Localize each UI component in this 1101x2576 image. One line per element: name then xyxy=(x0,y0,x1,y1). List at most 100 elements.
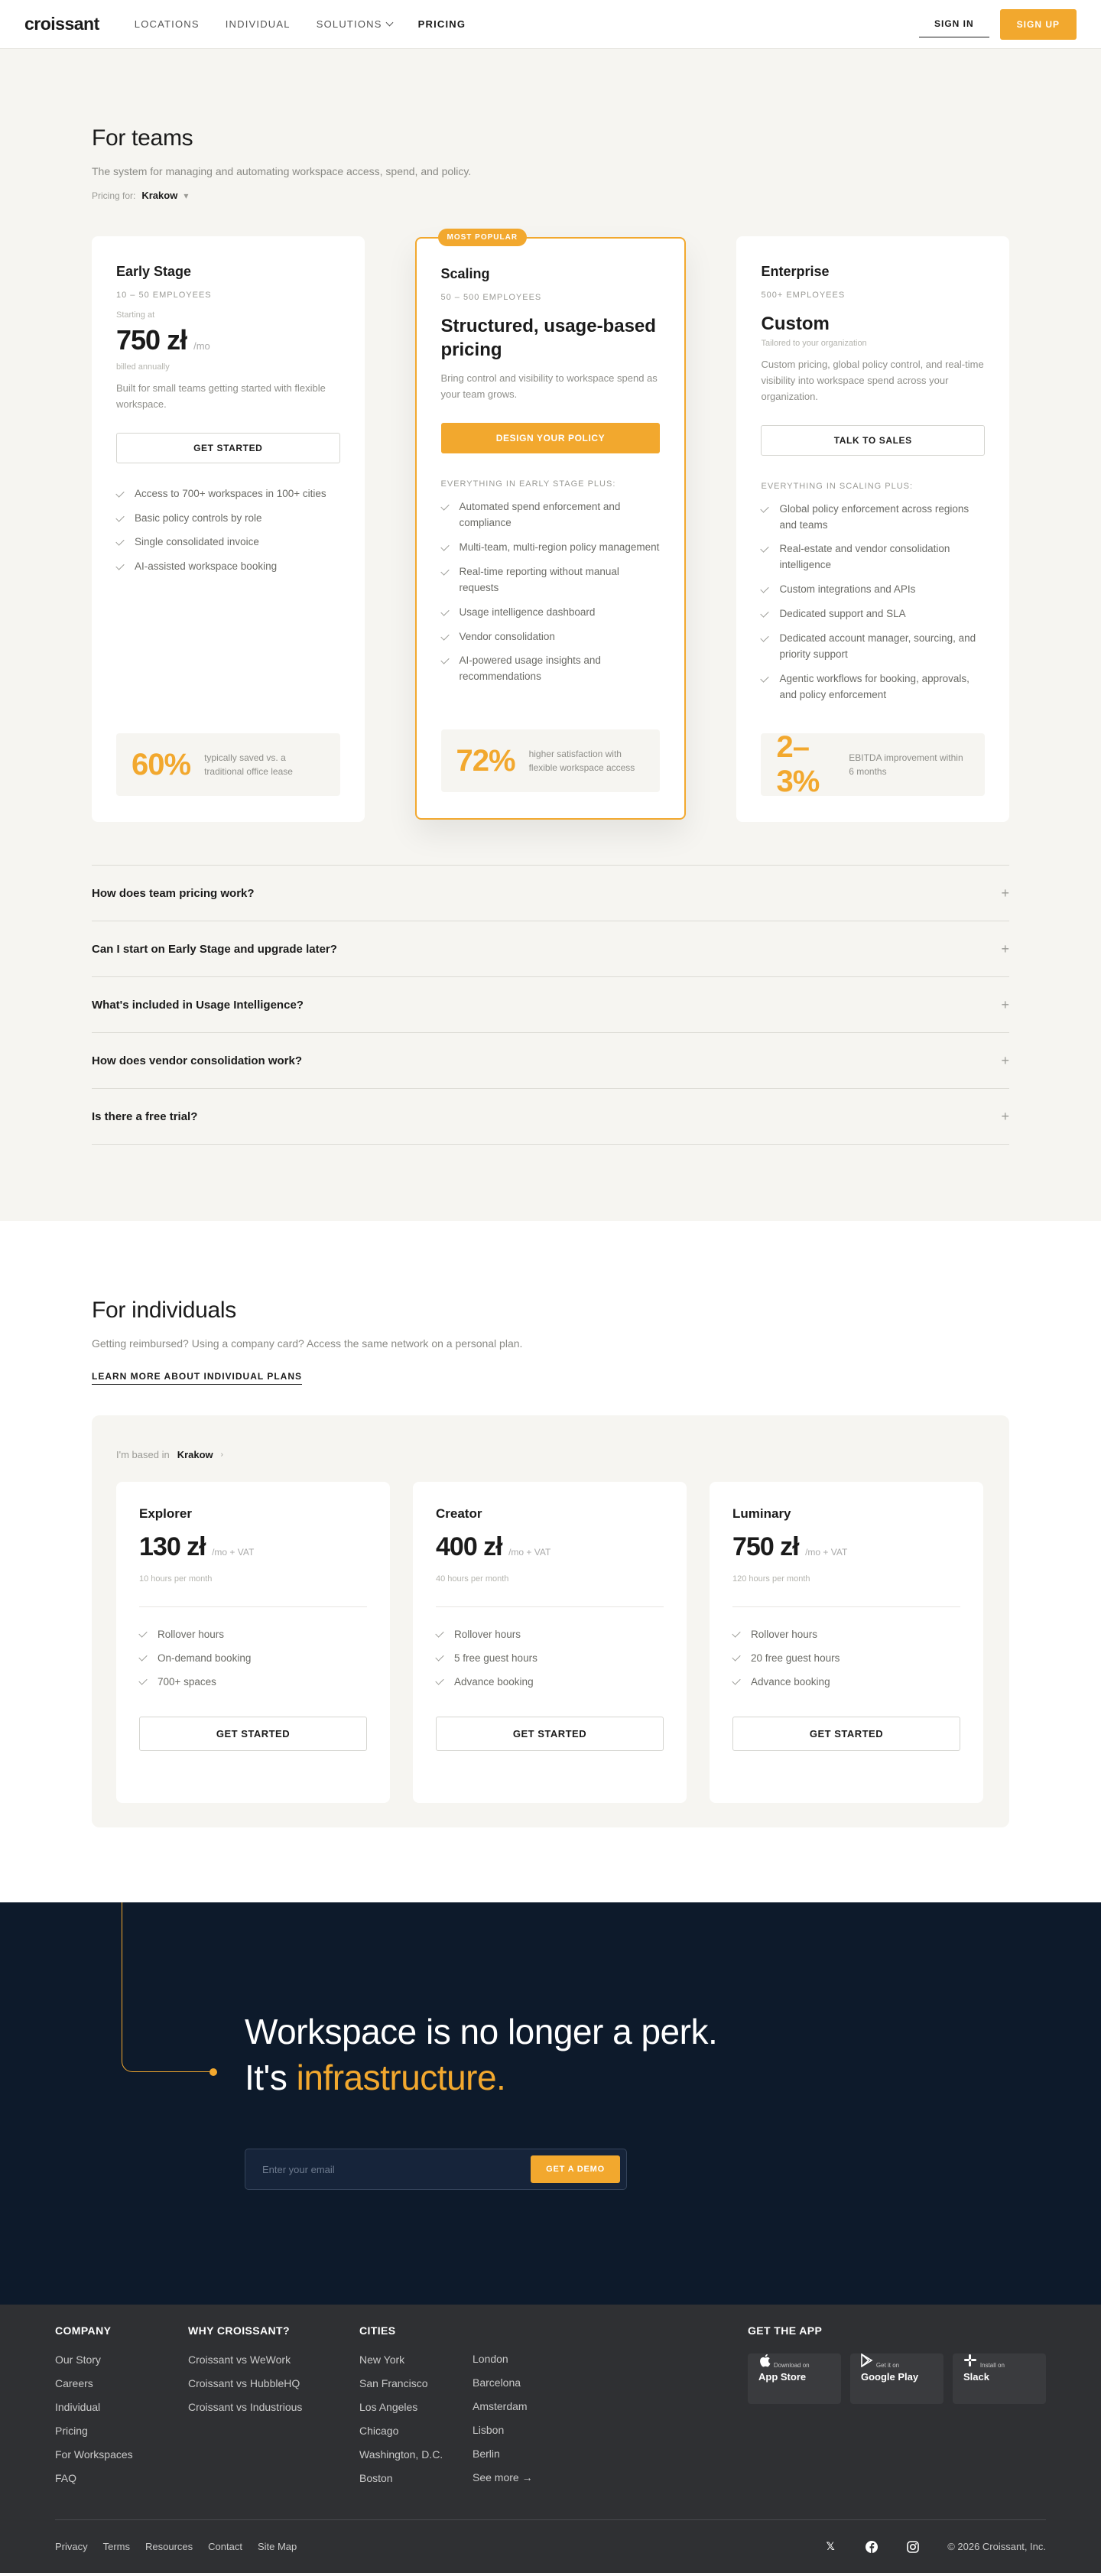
slack-button[interactable]: Install on Slack xyxy=(953,2353,1046,2404)
everything-in-label: EVERYTHING IN EARLY STAGE PLUS: xyxy=(440,479,616,489)
get-demo-button[interactable]: GET A DEMO xyxy=(531,2155,620,2183)
design-policy-button[interactable]: DESIGN YOUR POLICY xyxy=(440,422,661,453)
list-item: Agentic workflows for booking, approvals… xyxy=(761,671,985,703)
footer-link[interactable]: Chicago xyxy=(359,2425,473,2437)
faq-item[interactable]: Can I start on Early Stage and upgrade l… xyxy=(92,921,1009,977)
footer-link[interactable]: Pricing xyxy=(55,2425,188,2437)
list-item: AI-powered usage insights and recommenda… xyxy=(441,653,661,685)
get-started-button[interactable]: GET STARTED xyxy=(139,1717,367,1751)
teams-subtitle: The system for managing and automating w… xyxy=(92,165,472,177)
faq-item[interactable]: What's included in Usage Intelligence? + xyxy=(92,977,1009,1033)
footer-link[interactable]: New York xyxy=(359,2353,473,2366)
footer-bottom-bar: Privacy Terms Resources Contact Site Map… xyxy=(55,2519,1046,2573)
list-item: Advance booking xyxy=(436,1676,664,1688)
footer-link[interactable]: San Francisco xyxy=(359,2377,473,2389)
footer-link-sitemap[interactable]: Site Map xyxy=(258,2541,297,2552)
nav-solutions[interactable]: SOLUTIONS xyxy=(317,18,394,30)
email-field[interactable] xyxy=(262,2163,531,2175)
faq-question: What's included in Usage Intelligence? xyxy=(92,998,304,1012)
footer-link[interactable]: Our Story xyxy=(55,2353,188,2366)
most-popular-badge: MOST POPULAR xyxy=(437,229,528,246)
list-item: Automated spend enforcement and complian… xyxy=(441,499,661,531)
footer-link[interactable]: Croissant vs WeWork xyxy=(188,2353,359,2366)
footer-link[interactable]: Berlin xyxy=(473,2448,748,2460)
footer-link-contact[interactable]: Contact xyxy=(208,2541,242,2552)
based-in-selector[interactable]: I'm based in Krakow › xyxy=(116,1449,985,1460)
footer-link[interactable]: Individual xyxy=(55,2401,188,2413)
learn-more-link[interactable]: LEARN MORE ABOUT INDIVIDUAL PLANS xyxy=(92,1371,303,1385)
decorative-dot xyxy=(209,2068,217,2076)
pricing-for-selector[interactable]: Pricing for: Krakow ▾ xyxy=(92,190,1009,201)
list-item: Rollover hours xyxy=(732,1629,960,1640)
list-item: Multi-team, multi-region policy manageme… xyxy=(441,540,661,556)
nav-individual[interactable]: INDIVIDUAL xyxy=(226,18,291,30)
sign-in-button[interactable]: SIGN IN xyxy=(918,11,989,37)
teams-title: For teams xyxy=(92,125,193,151)
sign-up-button[interactable]: SIGN UP xyxy=(999,8,1077,40)
city-select[interactable]: Krakow xyxy=(141,190,177,201)
apple-icon xyxy=(758,2353,771,2370)
plan-price: 750 zł /mo xyxy=(116,324,340,356)
billed-note: billed annually xyxy=(116,362,170,372)
plan-name: Creator xyxy=(436,1506,482,1521)
footer-col-why: WHY CROISSANT? Croissant vs WeWork Crois… xyxy=(188,2324,359,2496)
list-item: 700+ spaces xyxy=(139,1676,367,1688)
footer-link-resources[interactable]: Resources xyxy=(145,2541,193,2552)
plan-name: Explorer xyxy=(139,1506,192,1521)
footer-link[interactable]: Boston xyxy=(359,2472,473,2484)
feature-list: Global policy enforcement across regions… xyxy=(761,502,985,712)
get-started-button[interactable]: GET STARTED xyxy=(116,432,340,463)
google-play-button[interactable]: Get it on Google Play xyxy=(850,2353,943,2404)
footer-link[interactable]: Barcelona xyxy=(473,2376,748,2389)
list-item: Real-estate and vendor consolidation int… xyxy=(761,541,985,573)
plan-range: 50 – 500 EMPLOYEES xyxy=(440,293,542,302)
list-item: On-demand booking xyxy=(139,1652,367,1664)
get-started-button[interactable]: GET STARTED xyxy=(732,1717,960,1751)
plan-description: Bring control and visibility to workspac… xyxy=(440,372,658,401)
stat-box: 60% typically saved vs. a traditional of… xyxy=(116,733,340,796)
city-select[interactable]: Krakow xyxy=(177,1449,213,1460)
footer-link[interactable]: Careers xyxy=(55,2377,188,2389)
individuals-section: For individuals Getting reimbursed? Usin… xyxy=(0,1221,1101,1902)
talk-to-sales-button[interactable]: TALK TO SALES xyxy=(761,424,985,456)
footer-link[interactable]: Lisbon xyxy=(473,2424,748,2436)
plus-icon: + xyxy=(1001,1052,1009,1068)
app-store-button[interactable]: Download on App Store xyxy=(748,2353,841,2404)
footer-link[interactable]: Croissant vs Industrious xyxy=(188,2401,359,2413)
get-started-button[interactable]: GET STARTED xyxy=(436,1717,664,1751)
plan-range: 10 – 50 EMPLOYEES xyxy=(116,291,212,300)
divider xyxy=(436,1606,664,1607)
footer-link[interactable]: Washington, D.C. xyxy=(359,2448,473,2461)
facebook-icon[interactable] xyxy=(865,2540,879,2554)
footer-link[interactable]: Los Angeles xyxy=(359,2401,473,2413)
faq-item[interactable]: How does team pricing work? + xyxy=(92,866,1009,921)
individuals-subtitle: Getting reimbursed? Using a company card… xyxy=(92,1337,523,1350)
plan-range: 500+ EMPLOYEES xyxy=(761,291,846,300)
footer-col-cities: CITIES New York San Francisco Los Angele… xyxy=(359,2324,473,2496)
store-name: Google Play xyxy=(861,2371,919,2383)
nav-locations[interactable]: LOCATIONS xyxy=(135,18,200,30)
footer-link-privacy[interactable]: Privacy xyxy=(55,2541,88,2552)
footer-link[interactable]: For Workspaces xyxy=(55,2448,188,2461)
croissant-logo[interactable]: croissant xyxy=(24,14,99,34)
x-icon[interactable]: 𝕏 xyxy=(823,2540,837,2554)
nav-pricing[interactable]: PRICING xyxy=(418,18,466,30)
instagram-icon[interactable] xyxy=(906,2540,920,2554)
footer-heading: WHY CROISSANT? xyxy=(188,2324,290,2337)
footer-link[interactable]: Amsterdam xyxy=(473,2400,748,2412)
footer-link[interactable]: FAQ xyxy=(55,2472,188,2484)
plan-card-early-stage: Early Stage 10 – 50 EMPLOYEES Starting a… xyxy=(92,236,365,822)
faq-item[interactable]: Is there a free trial? + xyxy=(92,1089,1009,1145)
tailored-note: Tailored to your organization xyxy=(761,339,867,349)
footer-link-terms[interactable]: Terms xyxy=(103,2541,130,2552)
caret-icon: ▾ xyxy=(184,190,189,201)
footer-link[interactable]: London xyxy=(473,2353,748,2365)
faq-item[interactable]: How does vendor consolidation work? + xyxy=(92,1033,1009,1089)
footer-link[interactable]: See more → xyxy=(473,2471,748,2483)
footer-col-company: COMPANY Our Story Careers Individual Pri… xyxy=(55,2324,188,2496)
plan-price-value: 750 zł xyxy=(116,324,187,356)
based-in-label: I'm based in xyxy=(116,1449,170,1460)
copyright: © 2026 Croissant, Inc. xyxy=(947,2541,1046,2552)
footer-link[interactable]: Croissant vs HubbleHQ xyxy=(188,2377,359,2389)
plan-card-luminary: Luminary 750 zł /mo + VAT 120 hours per … xyxy=(710,1482,983,1803)
